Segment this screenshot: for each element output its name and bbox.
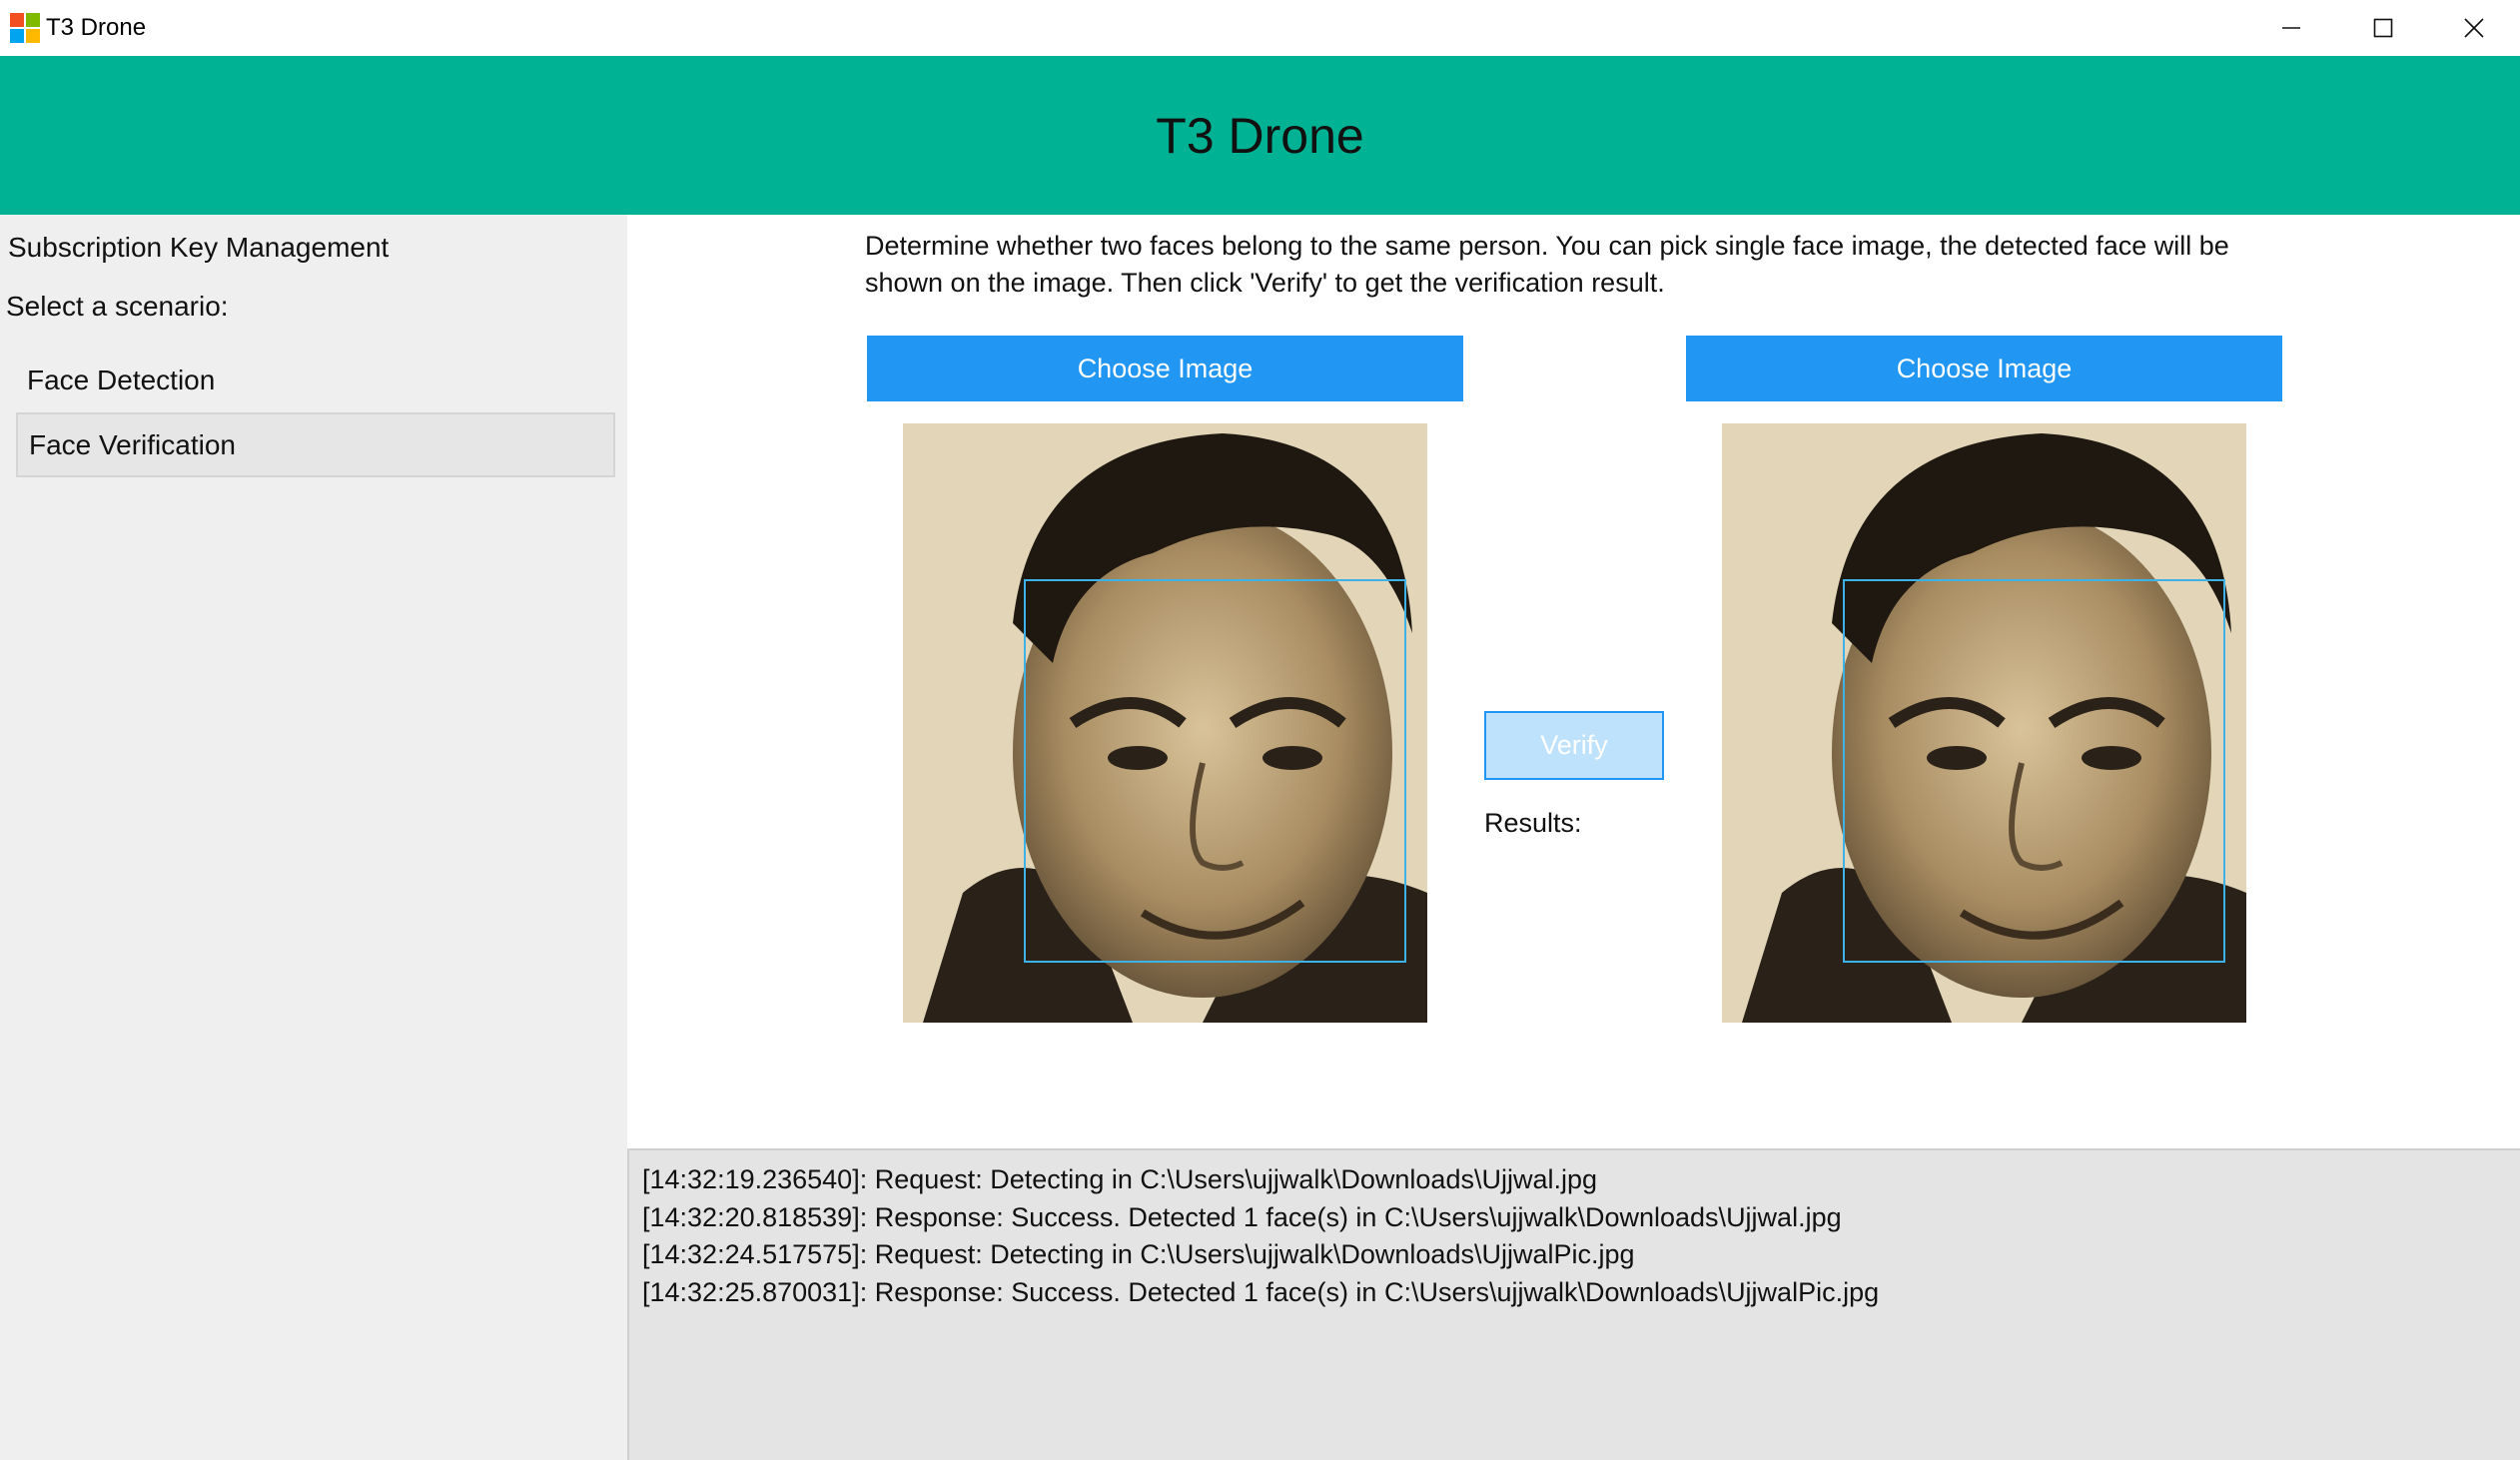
sidebar-item-face-detection[interactable]: Face Detection xyxy=(16,348,615,412)
window-title: T3 Drone xyxy=(46,14,147,41)
logo-tile-red xyxy=(10,13,24,27)
log-entry: [14:32:24.517575]: Request: Detecting in… xyxy=(642,1239,1635,1269)
results-label: Results: xyxy=(1484,808,1582,838)
select-scenario-label: Select a scenario: xyxy=(6,291,229,322)
logo-tile-green xyxy=(26,13,40,27)
minimize-icon xyxy=(2282,27,2300,29)
logo-tile-blue xyxy=(10,29,24,43)
choose-image-right-button[interactable]: Choose Image xyxy=(1686,336,2282,401)
page-title: T3 Drone xyxy=(1156,107,1364,164)
maximize-icon xyxy=(2373,18,2393,38)
choose-image-left-button[interactable]: Choose Image xyxy=(867,336,1463,401)
logo-tile-yellow xyxy=(26,29,40,43)
scenario-description: Determine whether two faces belong to th… xyxy=(865,231,2229,298)
close-icon xyxy=(2464,18,2484,38)
detected-face-box-right xyxy=(1843,579,2225,963)
app-logo-icon xyxy=(10,13,41,44)
close-button[interactable] xyxy=(2428,0,2520,56)
sidebar-item-label: Face Verification xyxy=(29,428,236,460)
log-entry: [14:32:19.236540]: Request: Detecting in… xyxy=(642,1164,1598,1194)
sidebar-item-label: Face Detection xyxy=(27,364,216,395)
verify-button[interactable]: Verify xyxy=(1484,711,1664,780)
maximize-button[interactable] xyxy=(2337,0,2429,56)
minimize-button[interactable] xyxy=(2245,0,2337,56)
sidebar-item-face-verification[interactable]: Face Verification xyxy=(16,412,615,477)
log-list: [14:32:19.236540]: Request: Detecting in… xyxy=(642,1161,2500,1311)
log-entry: [14:32:20.818539]: Response: Success. De… xyxy=(642,1201,1842,1232)
detected-face-box-left xyxy=(1024,579,1406,963)
subscription-key-link[interactable]: Subscription Key Management xyxy=(8,229,389,267)
log-entry: [14:32:25.870031]: Response: Success. De… xyxy=(642,1276,1880,1307)
title-bar xyxy=(0,0,2520,56)
